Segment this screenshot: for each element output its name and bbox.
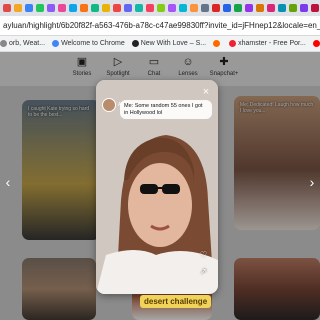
desert-challenge-label[interactable]: desert challenge [140, 295, 212, 308]
bookmark-favicon-icon [52, 40, 60, 47]
address-bar[interactable]: ayluan/highlight/6b20f82f-a563-476b-a78c… [0, 16, 320, 36]
tab-favicon-icon[interactable] [102, 4, 110, 12]
tab-favicon-icon[interactable] [300, 4, 308, 12]
bookmark-favicon-icon [131, 40, 139, 47]
tab-favicon-icon[interactable] [168, 4, 176, 12]
tab-favicon-icon[interactable] [245, 4, 253, 12]
url-text[interactable]: ayluan/highlight/6b20f82f-a563-476b-a78c… [3, 21, 320, 30]
bookmarks-bar: orb, Weat... Welcome to Chrome New With Lo… [0, 36, 320, 52]
tab-favicon-icon[interactable] [25, 4, 33, 12]
tab-favicon-icon[interactable] [91, 4, 99, 12]
heart-icon[interactable]: ♡ [200, 250, 207, 259]
tab-favicon-icon[interactable] [267, 4, 275, 12]
tab-favicon-icon[interactable] [256, 4, 264, 12]
bookmark-favicon-icon [312, 40, 320, 47]
story-viewer-modal[interactable]: Asc Me: Some random 55 ones I got in Hol… [96, 80, 218, 294]
share-icon[interactable]: ↗ [200, 267, 207, 276]
bookmark-label: orb, Weat... [9, 40, 46, 47]
story-actions: ♡ ↗ [200, 250, 207, 276]
bookmark-favicon-icon [213, 40, 221, 47]
tab-favicon-icon[interactable] [14, 4, 22, 12]
avatar [102, 98, 116, 112]
tab-favicon-icon[interactable] [157, 4, 165, 12]
tab-favicon-icon[interactable] [124, 4, 132, 12]
tab-favicon-icon[interactable] [179, 4, 187, 12]
bookmark-item[interactable]: xhamster - Free Por... [229, 40, 306, 47]
bookmark-item[interactable] [213, 40, 222, 47]
tab-favicon-icon[interactable] [58, 4, 66, 12]
tab-favicon-icon[interactable] [3, 4, 11, 12]
tab-favicon-icon[interactable] [190, 4, 198, 12]
tab-favicon-icon[interactable] [113, 4, 121, 12]
bookmark-favicon-icon [229, 40, 237, 47]
tab-favicon-icon[interactable] [146, 4, 154, 12]
tab-favicon-icon[interactable] [201, 4, 209, 12]
tab-favicon-icon[interactable] [69, 4, 77, 12]
tab-favicon-icon[interactable] [80, 4, 88, 12]
tab-favicon-icon[interactable] [212, 4, 220, 12]
tab-favicon-icon[interactable] [234, 4, 242, 12]
bookmark-item[interactable]: Subscriptions 0 [312, 40, 320, 47]
close-icon[interactable]: × [200, 86, 212, 98]
tab-favicon-icon[interactable] [311, 4, 319, 12]
tab-favicon-icon[interactable] [47, 4, 55, 12]
previous-arrow-icon[interactable]: ‹ [1, 172, 15, 192]
bookmark-item[interactable]: Welcome to Chrome [52, 40, 125, 47]
tab-favicon-icon[interactable] [36, 4, 44, 12]
bookmark-item[interactable]: orb, Weat... [0, 40, 45, 47]
tab-favicon-icon[interactable] [135, 4, 143, 12]
bookmark-label: xhamster - Free Por... [238, 40, 306, 47]
tab-favicon-icon[interactable] [289, 4, 297, 12]
browser-tab-strip[interactable] [0, 0, 320, 16]
tab-favicon-icon[interactable] [223, 4, 231, 12]
bookmark-favicon-icon [0, 40, 7, 47]
bookmark-label: New With Love – S... [140, 40, 207, 47]
next-arrow-icon[interactable]: › [305, 172, 319, 192]
bookmark-item[interactable]: New With Love – S... [131, 40, 207, 47]
bookmark-label: Welcome to Chrome [61, 40, 125, 47]
tab-favicon-icon[interactable] [278, 4, 286, 12]
story-caption-bubble: Me: Some random 55 ones I got in Hollywo… [120, 100, 212, 119]
